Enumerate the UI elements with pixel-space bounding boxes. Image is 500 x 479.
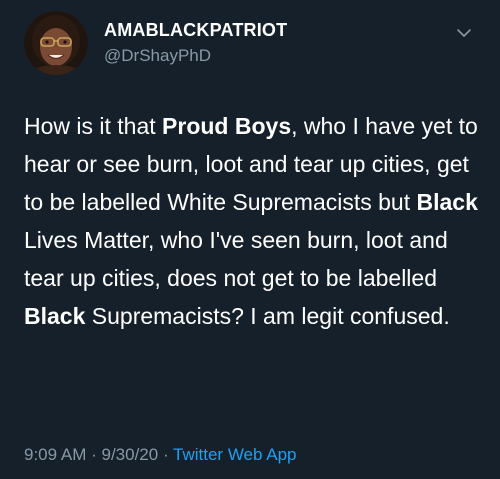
author-block[interactable]: AMABLACKPATRIOT @DrShayPhD: [104, 19, 287, 67]
tweet-meta: 9:09 AM · 9/30/20 · Twitter Web App: [24, 444, 297, 466]
avatar-image: [24, 11, 88, 75]
user-handle[interactable]: @DrShayPhD: [104, 45, 287, 67]
tweet-card: AMABLACKPATRIOT @DrShayPhD How is it tha…: [0, 0, 500, 479]
meta-separator: ·: [86, 445, 102, 464]
tweet-text-bold: Proud Boys: [162, 113, 292, 139]
tweet-text-segment: Lives Matter, who I've seen burn, loot a…: [24, 227, 448, 291]
display-name[interactable]: AMABLACKPATRIOT: [104, 19, 287, 41]
tweet-text: How is it that Proud Boys, who I have ye…: [24, 107, 484, 335]
meta-separator: ·: [158, 445, 174, 464]
tweet-text-bold: Black: [416, 189, 478, 215]
tweet-date[interactable]: 9/30/20: [101, 445, 158, 464]
source-app-link[interactable]: Twitter Web App: [173, 445, 296, 464]
tweet-text-segment: Supremacists? I am legit confused.: [85, 303, 450, 329]
avatar[interactable]: [24, 11, 88, 75]
chevron-down-icon[interactable]: [455, 26, 473, 40]
tweet-text-segment: How is it that: [24, 113, 163, 139]
tweet-time[interactable]: 9:09 AM: [24, 445, 86, 464]
tweet-text-bold: Black: [24, 303, 86, 329]
